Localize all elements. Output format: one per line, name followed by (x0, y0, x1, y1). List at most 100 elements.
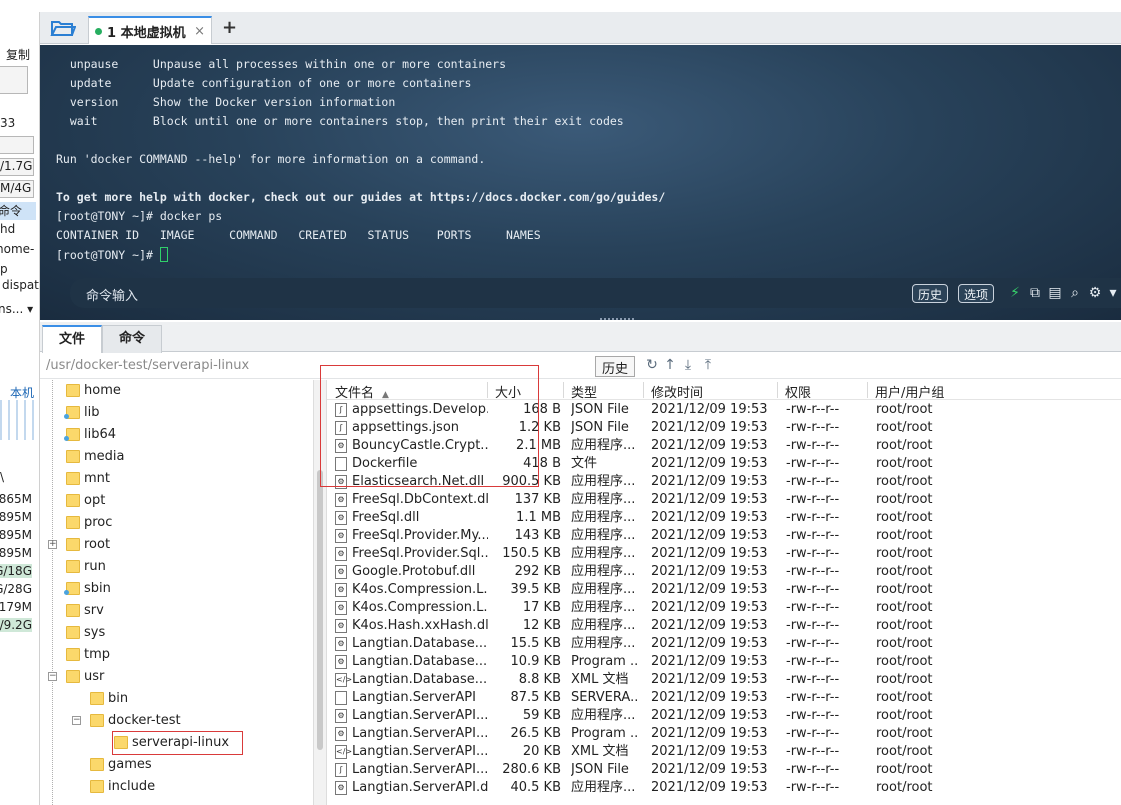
refresh-icon[interactable]: ↻ (644, 357, 660, 373)
file-row[interactable]: ⚙ K4os.Hash.xxHash.dll 12 KB 应用程序... 2021/12… (327, 617, 967, 635)
tree-item[interactable]: mnt (40, 468, 323, 490)
file-row[interactable]: ⚙ K4os.Compression.L... 17 KB 应用程序... 2021/1… (327, 599, 967, 617)
terminal[interactable]: unpause Unpause all processes within one… (40, 45, 1121, 320)
file-row[interactable]: ʃ appsettings.Develop... 168 B JSON File 202… (327, 401, 967, 419)
search-icon[interactable]: ⌕ (1066, 284, 1084, 302)
expand-icon[interactable]: + (48, 540, 57, 549)
path-input[interactable]: /usr/docker-test/serverapi-linux (46, 358, 249, 373)
tree-item[interactable]: include (40, 776, 323, 798)
add-tab-button[interactable]: + (222, 17, 237, 38)
copy-icon[interactable]: ⧉ (1026, 284, 1044, 302)
tree-item[interactable]: tmp (40, 644, 323, 666)
folder-icon[interactable] (50, 18, 77, 38)
file-row[interactable]: ⚙ K4os.Compression.L... 39.5 KB 应用程序... 2021… (327, 581, 967, 599)
sidebar-item[interactable]: p (0, 262, 38, 276)
upload-icon[interactable]: ⤒ (700, 357, 716, 373)
tree-item[interactable]: + root (40, 534, 323, 556)
file-row[interactable]: </> Langtian.Database... 8.8 KB XML 文档 2021/… (327, 671, 967, 689)
file-row[interactable]: ⚙ Langtian.ServerAPI.... 26.5 KB Program ..… (327, 725, 967, 743)
left-input-box[interactable] (0, 66, 28, 94)
history-button[interactable]: 历史 (912, 284, 949, 303)
tree-item[interactable]: home (40, 380, 323, 402)
chevron-down-icon[interactable]: ▾ (1104, 284, 1121, 302)
tree-item[interactable]: opt (40, 490, 323, 512)
command-input[interactable]: 命令输入 (86, 285, 138, 304)
tab-session-1[interactable]: 1 本地虚拟机 × (88, 16, 212, 44)
tree-item[interactable]: run (40, 556, 323, 578)
file-modified: 2021/12/09 19:53 (651, 708, 768, 723)
file-type: 应用程序... (571, 564, 636, 579)
file-row[interactable]: ⚙ FreeSql.DbContext.dll 137 KB 应用程序... 2021/… (327, 491, 967, 509)
terminal-cursor (159, 247, 168, 262)
tree-item[interactable]: bin (40, 688, 323, 710)
sidebar-item[interactable]: hd (0, 222, 38, 236)
file-row[interactable]: Langtian.ServerAPI 87.5 KB SERVERA... 2021/… (327, 689, 967, 707)
sidebar-cmd-tab[interactable]: 命令 (0, 202, 36, 220)
file-row[interactable]: Dockerfile 418 B 文件 2021/12/09 19:53 -rw-r--… (327, 455, 967, 473)
file-row[interactable]: ⚙ FreeSql.dll 1.1 MB 应用程序... 2021/12/09 19:5… (327, 509, 967, 527)
tree-item[interactable]: lib64 (40, 424, 323, 446)
lightning-icon[interactable]: ⚡ (1006, 284, 1024, 302)
command-input-bar[interactable]: 命令输入 历史 选项 ⚡ ⧉ ▤ ⌕ ⚙ ▾ (70, 278, 1121, 308)
col-header-size[interactable]: 大小 (495, 382, 521, 401)
tree-item[interactable]: lib (40, 402, 323, 424)
file-row[interactable]: ⚙ Langtian.Database... 10.9 KB Program ... 2… (327, 653, 967, 671)
up-arrow-icon[interactable]: ↑ (662, 357, 678, 373)
dll-file-icon: ⚙ (335, 565, 347, 579)
file-row[interactable]: ⚙ FreeSql.Provider.Sql... 150.5 KB 应用程序... 2… (327, 545, 967, 563)
col-header-type[interactable]: 类型 (571, 382, 597, 401)
scrollbar-thumb[interactable] (317, 470, 323, 750)
column-divider[interactable] (643, 382, 644, 398)
tab-files[interactable]: 文件 (42, 325, 102, 353)
tree-scrollbar[interactable] (313, 380, 327, 805)
col-header-permissions[interactable]: 权限 (785, 382, 811, 401)
file-row[interactable]: </> Langtian.ServerAPI.... 20 KB XML 文档 2021… (327, 743, 967, 761)
paste-icon[interactable]: ▤ (1046, 284, 1064, 302)
folder-icon (90, 780, 104, 793)
download-icon[interactable]: ⤓ (680, 357, 696, 373)
close-icon[interactable]: × (194, 24, 205, 39)
tree-item[interactable]: − usr (40, 666, 323, 688)
tree-item[interactable]: − docker-test (40, 710, 323, 732)
tree-item[interactable]: proc (40, 512, 323, 534)
file-name: Langtian.ServerAPI.... (352, 708, 488, 723)
column-divider[interactable] (867, 382, 868, 398)
file-row[interactable]: ⚙ Langtian.Database... 15.5 KB 应用程序... 2021/… (327, 635, 967, 653)
options-button[interactable]: 选项 (958, 284, 995, 303)
sidebar-dropdown[interactable]: ns... ▾ (0, 302, 36, 316)
column-divider[interactable] (487, 382, 488, 398)
gear-icon[interactable]: ⚙ (1086, 284, 1104, 302)
file-row[interactable]: ⚙ Langtian.ServerAPI.... 59 KB 应用程序... 2021/… (327, 707, 967, 725)
file-row[interactable]: ⚙ BouncyCastle.Crypt... 2.1 MB 应用程序... 2021/… (327, 437, 967, 455)
sidebar-item[interactable]: home- (0, 242, 38, 256)
connected-status-icon (95, 27, 102, 35)
file-row[interactable]: ⚙ Elasticsearch.Net.dll 900.5 KB 应用程序... 202… (327, 473, 967, 491)
file-row[interactable]: ⚙ FreeSql.Provider.My... 143 KB 应用程序... 2021… (327, 527, 967, 545)
sidebar-item[interactable]: dispat (2, 278, 39, 292)
tree-item[interactable]: srv (40, 600, 323, 622)
file-row[interactable]: ⚙ Langtian.ServerAPI.dll 40.5 KB 应用程序... 202… (327, 779, 967, 797)
tree-item[interactable]: sys (40, 622, 323, 644)
col-header-name[interactable]: 文件名 ▲ (335, 382, 389, 401)
col-header-owner[interactable]: 用户/用户组 (875, 382, 944, 401)
tab-commands[interactable]: 命令 (102, 325, 162, 353)
collapse-icon[interactable]: − (72, 716, 81, 725)
symlink-icon (64, 414, 69, 419)
column-divider[interactable] (563, 382, 564, 398)
file-permissions: -rw-r--r-- (786, 708, 840, 723)
collapse-icon[interactable]: − (48, 672, 57, 681)
terminal-line: unpause Unpause all processes within one… (56, 57, 507, 71)
tree-item[interactable]: games (40, 754, 323, 776)
col-header-modified[interactable]: 修改时间 (651, 382, 703, 401)
tree-item[interactable]: media (40, 446, 323, 468)
path-history-button[interactable]: 历史 (595, 356, 636, 377)
file-size: 59 KB (522, 708, 561, 723)
file-size: 150.5 KB (502, 546, 561, 561)
copy-button[interactable]: 复制 (6, 46, 30, 63)
file-row[interactable]: ⚙ Google.Protobuf.dll 292 KB 应用程序... 2021/12… (327, 563, 967, 581)
tree-item[interactable]: sbin (40, 578, 323, 600)
tree-item-label: root (84, 537, 111, 552)
file-row[interactable]: ʃ Langtian.ServerAPI.... 280.6 KB JSON File… (327, 761, 967, 779)
file-row[interactable]: ʃ appsettings.json 1.2 KB JSON File 2021/12/… (327, 419, 967, 437)
column-divider[interactable] (777, 382, 778, 398)
